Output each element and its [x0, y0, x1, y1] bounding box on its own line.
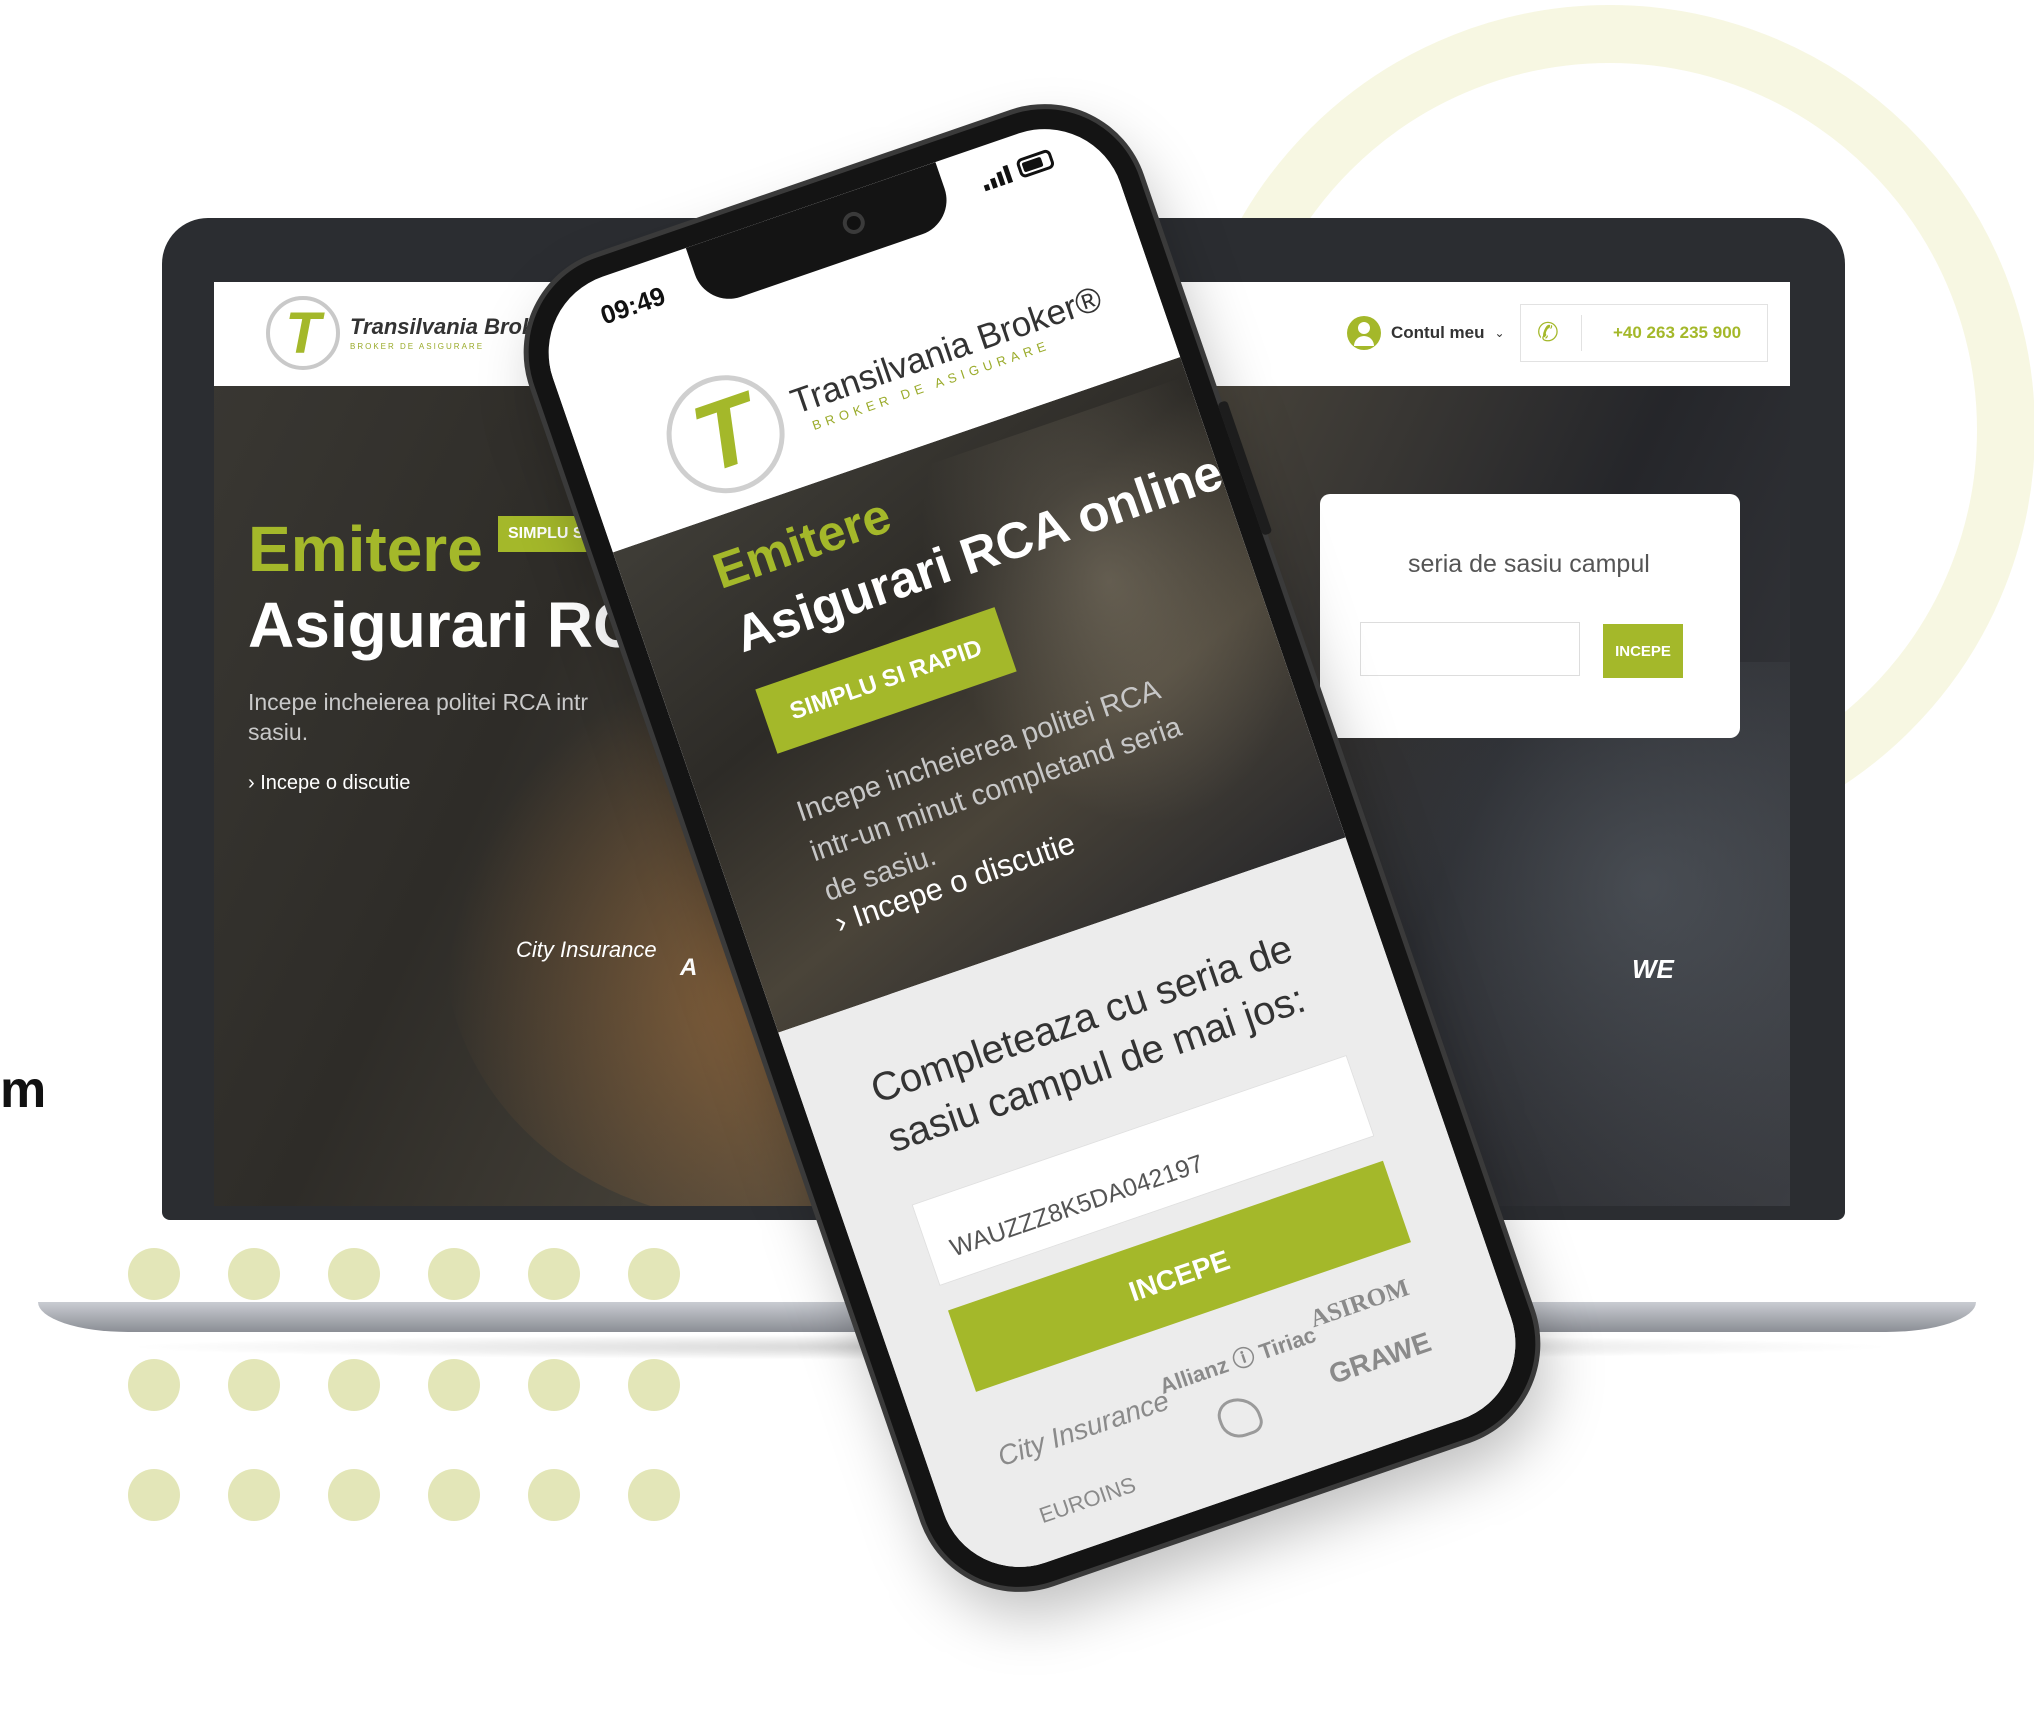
dot	[128, 1358, 180, 1411]
account-label: Contul meu	[1391, 323, 1485, 342]
vin-card-text: seria de sasiu campul	[1408, 550, 1650, 578]
hero-badge: SIMPLU S	[498, 516, 594, 552]
decorative-dot-grid	[128, 1248, 728, 1528]
dot	[528, 1469, 580, 1522]
dot	[328, 1358, 380, 1411]
battery-icon	[1015, 148, 1056, 179]
partner-logo-allianz-tiriac: Allianz ⓘ Tiriac	[1156, 1322, 1320, 1399]
partner-logo-grawe: WE	[1632, 954, 1674, 984]
account-menu[interactable]: Contul meu ⌄	[1347, 316, 1505, 350]
partner-logo-city-insurance: City Insurance	[993, 1384, 1173, 1473]
dot	[628, 1358, 680, 1411]
dot	[328, 1248, 380, 1300]
phone-icon: ✆	[1537, 317, 1559, 347]
dot	[228, 1248, 280, 1300]
partner-logo-asirom: ASIROM	[1306, 1274, 1413, 1334]
divider	[1581, 315, 1582, 351]
partner-logo-city-insurance: City Insurance	[516, 937, 657, 962]
cropped-side-text: m	[0, 1061, 47, 1119]
dot	[528, 1248, 580, 1300]
laptop-hero: Emitere SIMPLU S Asigurari RC Incepe inc…	[248, 512, 639, 795]
brand-tagline: BROKER DE ASIGURARE	[350, 342, 485, 351]
partner-logo-grawe: GRAWE	[1324, 1326, 1435, 1390]
dot	[428, 1358, 480, 1411]
dot	[428, 1248, 480, 1300]
dot	[128, 1469, 180, 1522]
user-icon	[1347, 316, 1381, 350]
partner-logo-euroins: EUROINS	[1035, 1471, 1139, 1529]
dot	[228, 1469, 280, 1522]
phone-contact[interactable]: ✆ +40 263 235 900	[1520, 304, 1768, 362]
generali-lion-icon	[1213, 1391, 1267, 1444]
dot	[328, 1469, 380, 1522]
partner-logo-allianz: A	[680, 954, 698, 981]
hero-title: Asigurari RC	[248, 589, 640, 661]
vin-card: seria de sasiu campul INCEPE	[1320, 494, 1740, 738]
chevron-down-icon: ⌄	[1494, 326, 1505, 340]
signal-icon	[980, 164, 1014, 192]
start-button[interactable]: INCEPE	[1603, 624, 1683, 678]
status-time: 09:49	[596, 280, 670, 331]
dot	[628, 1248, 680, 1300]
start-chat-link[interactable]: › Incepe o discutie	[248, 772, 639, 795]
brand-logo-icon[interactable]: T	[266, 296, 340, 370]
vin-input[interactable]	[1360, 622, 1580, 676]
dot	[228, 1358, 280, 1411]
dot	[628, 1469, 680, 1522]
phone-number: +40 263 235 900	[1613, 323, 1742, 342]
brand-logo-icon[interactable]: T	[650, 359, 801, 510]
dot	[428, 1469, 480, 1522]
dot	[528, 1358, 580, 1411]
dot	[128, 1248, 180, 1300]
hero-description: Incepe incheierea politei RCA intr sasiu…	[248, 689, 589, 745]
